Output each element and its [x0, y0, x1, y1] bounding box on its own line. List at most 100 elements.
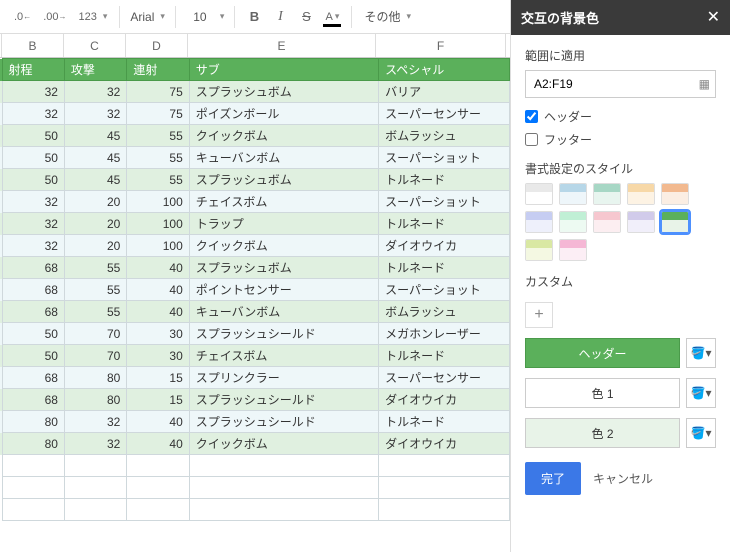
cell[interactable]: ボムラッシュ — [379, 301, 510, 323]
cell[interactable]: 32 — [2, 103, 64, 125]
decrease-decimal-button[interactable]: .0← — [10, 6, 35, 28]
style-swatch[interactable] — [559, 239, 587, 261]
cell[interactable]: クイックボム — [189, 235, 378, 257]
cell[interactable]: 55 — [127, 147, 189, 169]
cell[interactable]: バリア — [379, 81, 510, 103]
cell[interactable]: スペシャル — [379, 59, 510, 81]
cell[interactable]: ボムラッシュ — [379, 125, 510, 147]
cell[interactable]: クイックボム — [189, 433, 378, 455]
cell[interactable]: チェイスボム — [189, 345, 378, 367]
table-row[interactable]: 3220100トラップトルネード — [0, 213, 510, 235]
cell[interactable]: 80 — [2, 433, 64, 455]
cell[interactable]: 30 — [127, 345, 189, 367]
header-checkbox[interactable] — [525, 110, 538, 123]
cell[interactable] — [64, 455, 126, 477]
cell[interactable]: 連射 — [127, 59, 189, 81]
cell[interactable]: スプラッシュボム — [189, 81, 378, 103]
column-header[interactable]: C — [64, 34, 126, 57]
cell[interactable] — [127, 455, 189, 477]
header-fill-button[interactable]: 🪣▾ — [686, 338, 716, 368]
range-input[interactable] — [525, 70, 716, 98]
cell[interactable] — [64, 477, 126, 499]
cell[interactable]: 45 — [64, 147, 126, 169]
column-header[interactable]: E — [188, 34, 376, 57]
cell[interactable]: 45 — [64, 169, 126, 191]
style-swatch[interactable] — [525, 211, 553, 233]
cell[interactable]: 100 — [127, 235, 189, 257]
cell[interactable]: 射程 — [2, 59, 64, 81]
table-row[interactable]: 507030チェイスボムトルネード — [0, 345, 510, 367]
bold-button[interactable]: B — [243, 6, 265, 28]
cell[interactable]: 55 — [64, 279, 126, 301]
cell[interactable]: スーパーショット — [379, 147, 510, 169]
cell[interactable]: 40 — [127, 433, 189, 455]
style-swatch[interactable] — [627, 183, 655, 205]
font-name-select[interactable]: Arial▾ — [128, 6, 167, 28]
cell[interactable]: キューバンボム — [189, 301, 378, 323]
cell[interactable]: 68 — [2, 257, 64, 279]
cell[interactable]: 50 — [2, 169, 64, 191]
table-row[interactable]: 688015スプリンクラースーパーセンサー — [0, 367, 510, 389]
cell[interactable]: 20 — [64, 213, 126, 235]
cell[interactable]: 40 — [127, 411, 189, 433]
style-swatch[interactable] — [661, 183, 689, 205]
cell[interactable]: 68 — [2, 389, 64, 411]
data-grid[interactable]: 射程攻撃連射サブスペシャル323275スプラッシュボムバリア323275ポイズン… — [0, 58, 510, 521]
style-swatch[interactable] — [525, 183, 553, 205]
table-row[interactable] — [0, 477, 510, 499]
cell[interactable] — [64, 499, 126, 521]
cell[interactable]: 32 — [64, 103, 126, 125]
cell[interactable]: トラップ — [189, 213, 378, 235]
color1-field[interactable]: 色 1 — [525, 378, 680, 408]
cell[interactable]: トルネード — [379, 411, 510, 433]
cell[interactable]: チェイスボム — [189, 191, 378, 213]
cell[interactable]: 80 — [2, 411, 64, 433]
cell[interactable]: 80 — [64, 389, 126, 411]
table-row[interactable]: 507030スプラッシュシールドメガホンレーザー — [0, 323, 510, 345]
cell[interactable] — [189, 499, 378, 521]
cell[interactable]: 32 — [64, 433, 126, 455]
cell[interactable]: 50 — [2, 345, 64, 367]
cell[interactable]: 20 — [64, 191, 126, 213]
column-header[interactable]: D — [126, 34, 188, 57]
table-row[interactable]: 803240クイックボムダイオウイカ — [0, 433, 510, 455]
cell[interactable]: 80 — [64, 367, 126, 389]
table-row[interactable]: 688015スプラッシュシールドダイオウイカ — [0, 389, 510, 411]
add-custom-style-button[interactable]: + — [525, 302, 553, 328]
cell[interactable]: 75 — [127, 81, 189, 103]
style-swatch[interactable] — [627, 211, 655, 233]
cell[interactable]: 32 — [64, 81, 126, 103]
table-row[interactable]: 504555キューバンボムスーパーショット — [0, 147, 510, 169]
more-options-button[interactable]: その他▾ — [360, 6, 415, 28]
cell[interactable]: スーパーショット — [379, 279, 510, 301]
footer-checkbox-row[interactable]: フッター — [525, 131, 716, 148]
cell[interactable]: 68 — [2, 367, 64, 389]
cell[interactable]: トルネード — [379, 213, 510, 235]
style-swatch[interactable] — [559, 183, 587, 205]
cell[interactable]: 50 — [2, 125, 64, 147]
cell[interactable]: トルネード — [379, 345, 510, 367]
cell[interactable]: サブ — [189, 59, 378, 81]
cell[interactable]: 15 — [127, 367, 189, 389]
close-button[interactable]: ✕ — [707, 10, 720, 26]
cell[interactable]: スーパーセンサー — [379, 367, 510, 389]
cell[interactable]: 40 — [127, 279, 189, 301]
strikethrough-button[interactable]: S — [295, 6, 317, 28]
table-row[interactable]: 323275スプラッシュボムバリア — [0, 81, 510, 103]
cell[interactable]: スプラッシュシールド — [189, 323, 378, 345]
cell[interactable] — [2, 477, 64, 499]
header-checkbox-row[interactable]: ヘッダー — [525, 108, 716, 125]
text-color-button[interactable]: A▾ — [321, 6, 343, 28]
cell[interactable]: 68 — [2, 279, 64, 301]
cell[interactable]: 100 — [127, 191, 189, 213]
cell[interactable]: 40 — [127, 301, 189, 323]
cell[interactable]: 攻撃 — [64, 59, 126, 81]
cell[interactable]: 30 — [127, 323, 189, 345]
style-swatch[interactable] — [661, 211, 689, 233]
cell[interactable]: スプラッシュボム — [189, 169, 378, 191]
cell[interactable] — [379, 499, 510, 521]
header-color-field[interactable]: ヘッダー — [525, 338, 680, 368]
table-row[interactable] — [0, 455, 510, 477]
cell[interactable]: スプリンクラー — [189, 367, 378, 389]
cell[interactable]: 32 — [64, 411, 126, 433]
